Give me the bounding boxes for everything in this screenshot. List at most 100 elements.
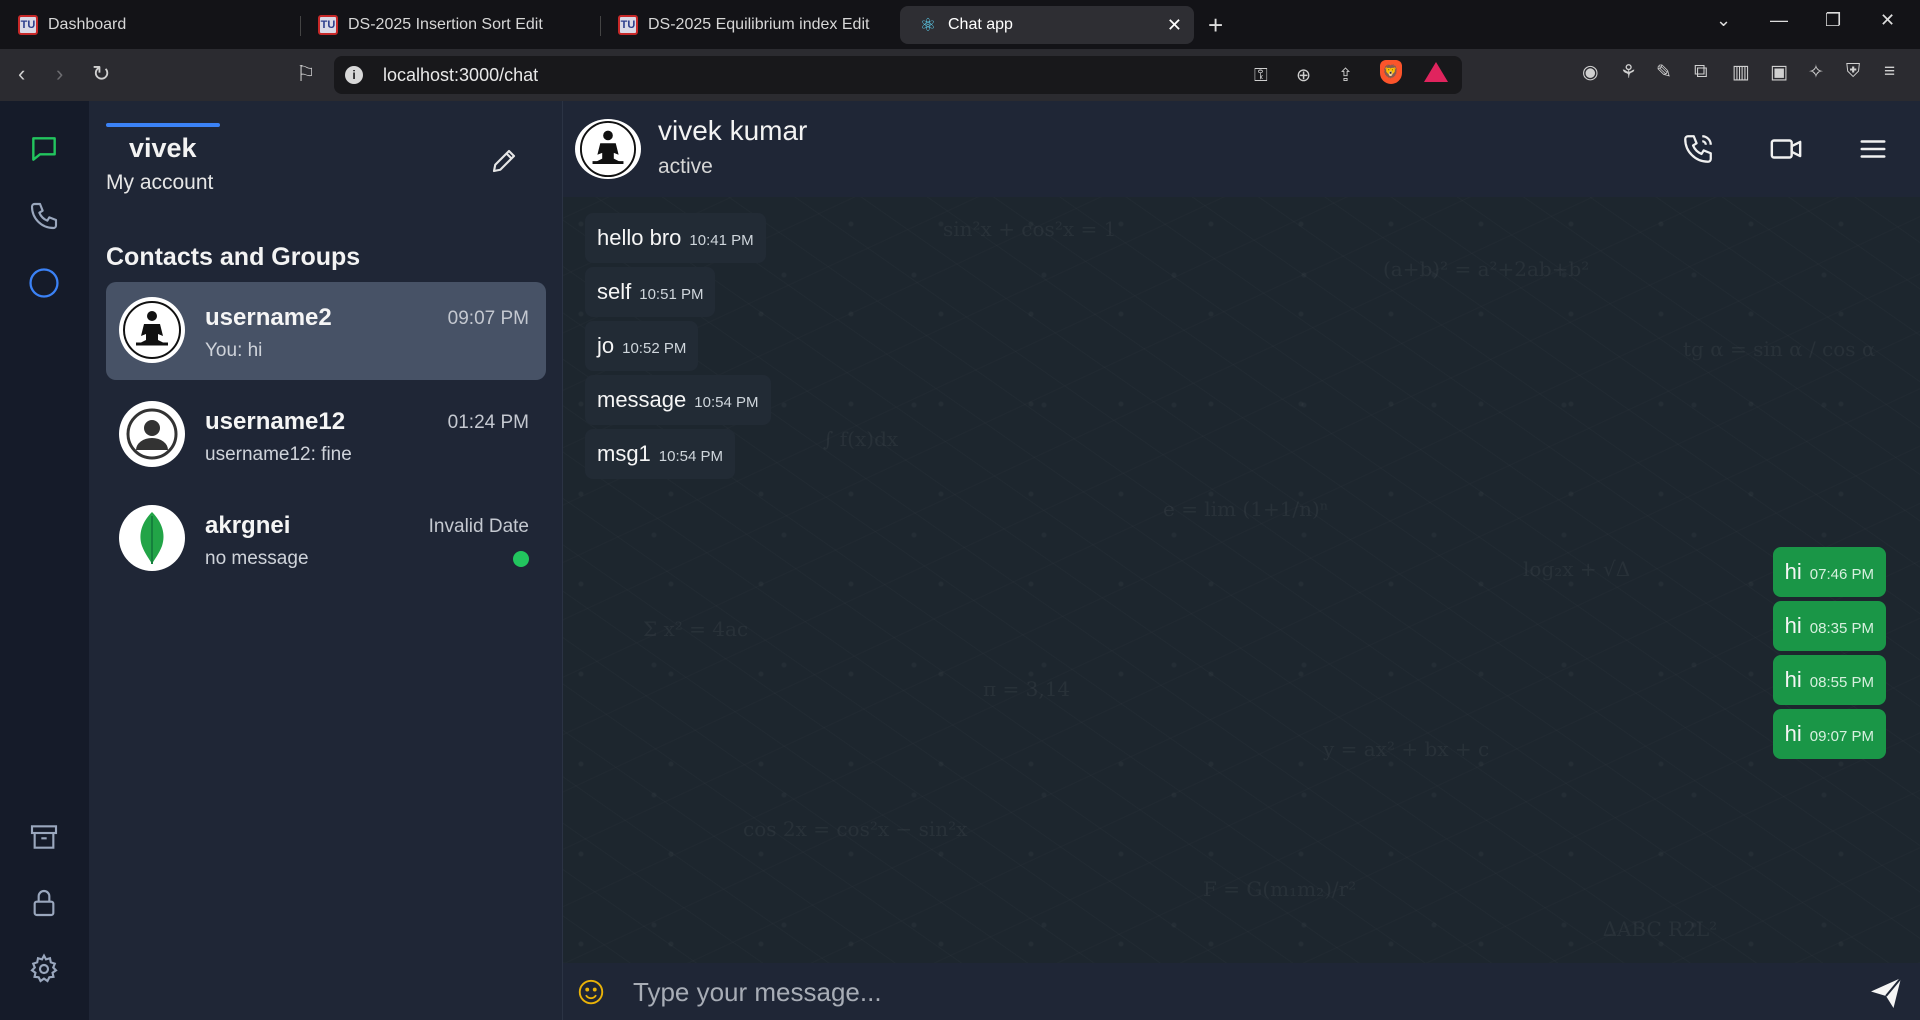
- contact-time: Invalid Date: [428, 516, 529, 537]
- zoom-icon[interactable]: ⊕: [1296, 65, 1311, 86]
- sidebar-toggle-icon[interactable]: ▥: [1732, 61, 1750, 84]
- outgoing-message[interactable]: hi 08:55 PM: [1772, 655, 1886, 705]
- new-tab-button[interactable]: +: [1208, 10, 1223, 41]
- back-icon[interactable]: ‹: [18, 61, 25, 87]
- chat-icon[interactable]: [26, 131, 62, 167]
- send-icon: [1871, 977, 1902, 1008]
- tu-favicon-icon: TU: [318, 15, 338, 35]
- tab-list-chevron-icon[interactable]: ⌄: [1716, 10, 1731, 31]
- extension-icon[interactable]: ◉: [1582, 61, 1599, 84]
- tab-title: Dashboard: [48, 16, 127, 33]
- chat-avatar[interactable]: [575, 119, 641, 179]
- contact-item-akrgnei[interactable]: akrgnei no message Invalid Date: [106, 490, 546, 588]
- browser-tab-dashboard[interactable]: TU Dashboard: [0, 6, 300, 44]
- chat-menu-button[interactable]: [1853, 129, 1893, 169]
- close-window-button[interactable]: ✕: [1880, 10, 1895, 31]
- contact-name: akrgnei: [205, 512, 291, 539]
- key-icon[interactable]: ⚿: [1254, 65, 1268, 86]
- archive-icon[interactable]: [26, 819, 62, 855]
- tu-favicon-icon: TU: [18, 15, 38, 35]
- vpn-icon[interactable]: ⛨: [1846, 61, 1860, 83]
- menu-icon[interactable]: ≡: [1884, 61, 1895, 83]
- chat-contact-name: vivek kumar: [658, 115, 808, 146]
- contact-item-username2[interactable]: username2 You: hi 09:07 PM: [106, 282, 546, 380]
- incoming-message[interactable]: message 10:54 PM: [585, 375, 771, 425]
- incoming-message[interactable]: msg1 10:54 PM: [585, 429, 736, 479]
- browser-tab-chat-app[interactable]: ⚛ Chat app ✕: [900, 6, 1194, 44]
- browser-tab-equilibrium[interactable]: TU DS-2025 Equilibrium index Edit: [600, 6, 900, 44]
- message-time: 09:07 PM: [1809, 728, 1874, 745]
- minimize-button[interactable]: —: [1770, 10, 1788, 31]
- restore-button[interactable]: ❐: [1825, 10, 1841, 31]
- tu-favicon-icon: TU: [618, 15, 638, 35]
- contact-last-message: You: hi: [205, 340, 263, 361]
- message-text: hi: [1784, 721, 1802, 746]
- message-input[interactable]: [633, 971, 1813, 1013]
- contact-item-username12[interactable]: username12 username12: fine 01:24 PM: [106, 386, 546, 484]
- account-subtitle[interactable]: My account: [106, 171, 213, 195]
- default-user-avatar: [119, 401, 185, 467]
- message-time: 10:54 PM: [658, 448, 724, 465]
- forward-icon[interactable]: ›: [56, 61, 63, 87]
- account-name: vivek: [129, 133, 197, 163]
- incoming-message[interactable]: hello bro 10:41 PM: [585, 213, 766, 263]
- emoji-button[interactable]: [575, 976, 607, 1008]
- tab-title: DS-2025 Equilibrium index Edit: [648, 16, 870, 33]
- leo-ai-icon[interactable]: ✧: [1808, 61, 1824, 84]
- brave-rewards-icon[interactable]: [1424, 62, 1448, 82]
- contacts-panel: vivek My account Contacts and Groups use…: [89, 101, 563, 1020]
- message-text: message: [597, 387, 687, 412]
- contacts-section-title: Contacts and Groups: [106, 243, 361, 271]
- wallet-icon[interactable]: ▣: [1770, 61, 1788, 84]
- contact-time: 01:24 PM: [447, 412, 529, 433]
- lock-icon[interactable]: [26, 885, 62, 921]
- outgoing-message[interactable]: hi 09:07 PM: [1772, 709, 1886, 759]
- message-text: hi: [1784, 613, 1802, 638]
- browser-tab-insertion-sort[interactable]: TU DS-2025 Insertion Sort Edit: [300, 6, 600, 44]
- outgoing-message[interactable]: hi 07:46 PM: [1772, 547, 1886, 597]
- eyedropper-icon[interactable]: ✎: [1656, 61, 1672, 84]
- contact-name: username12: [205, 408, 346, 435]
- share-icon[interactable]: ⇪: [1338, 65, 1353, 86]
- chat-panel: vivek kumar active sin²x + cos²x = 1 (a+…: [563, 101, 1920, 1020]
- react-icon: ⚛: [919, 14, 937, 35]
- account-underline: [106, 123, 220, 127]
- address-bar[interactable]: i localhost:3000/chat ⚿ ⊕ ⇪: [334, 56, 1462, 94]
- chat-header: vivek kumar active: [563, 101, 1920, 197]
- message-time: 10:54 PM: [694, 394, 759, 411]
- message-list[interactable]: sin²x + cos²x = 1 (a+b)² = a²+2ab+b² tg …: [563, 197, 1920, 963]
- message-time: 10:52 PM: [622, 340, 687, 357]
- close-tab-icon[interactable]: ✕: [1167, 15, 1182, 36]
- video-call-button[interactable]: [1766, 129, 1806, 169]
- incoming-message[interactable]: jo 10:52 PM: [585, 321, 699, 371]
- message-composer: [563, 963, 1920, 1020]
- nav-rail: [0, 101, 89, 1020]
- pencil-icon: [492, 149, 516, 173]
- edit-profile-button[interactable]: [484, 141, 524, 181]
- phone-call-icon: [1684, 135, 1712, 163]
- outgoing-message[interactable]: hi 08:35 PM: [1772, 601, 1886, 651]
- status-icon[interactable]: [26, 265, 62, 301]
- brave-shields-icon[interactable]: 🦁: [1380, 60, 1402, 84]
- send-button[interactable]: [1866, 973, 1906, 1013]
- leaf-avatar: [119, 505, 185, 571]
- chat-contact-status: active: [658, 155, 713, 178]
- extension-icon[interactable]: ⚘: [1620, 61, 1637, 84]
- voice-call-button[interactable]: [1678, 129, 1718, 169]
- hamburger-icon: [1860, 140, 1886, 158]
- puzzle-icon[interactable]: ⧉: [1694, 61, 1708, 83]
- contact-last-message: username12: fine: [205, 444, 352, 465]
- message-text: msg1: [597, 441, 651, 466]
- settings-icon[interactable]: [26, 951, 62, 987]
- incoming-message[interactable]: self 10:51 PM: [585, 267, 716, 317]
- message-time: 08:55 PM: [1809, 674, 1874, 691]
- online-indicator: [513, 551, 529, 567]
- message-text: hello bro: [597, 225, 682, 250]
- contact-name: username2: [205, 304, 332, 331]
- site-info-icon[interactable]: i: [345, 66, 363, 84]
- reload-icon[interactable]: ↻: [92, 61, 110, 87]
- bookmark-icon[interactable]: ⚐: [296, 61, 316, 87]
- video-camera-icon: [1770, 139, 1802, 159]
- message-text: self: [597, 279, 632, 304]
- phone-icon[interactable]: [26, 198, 62, 234]
